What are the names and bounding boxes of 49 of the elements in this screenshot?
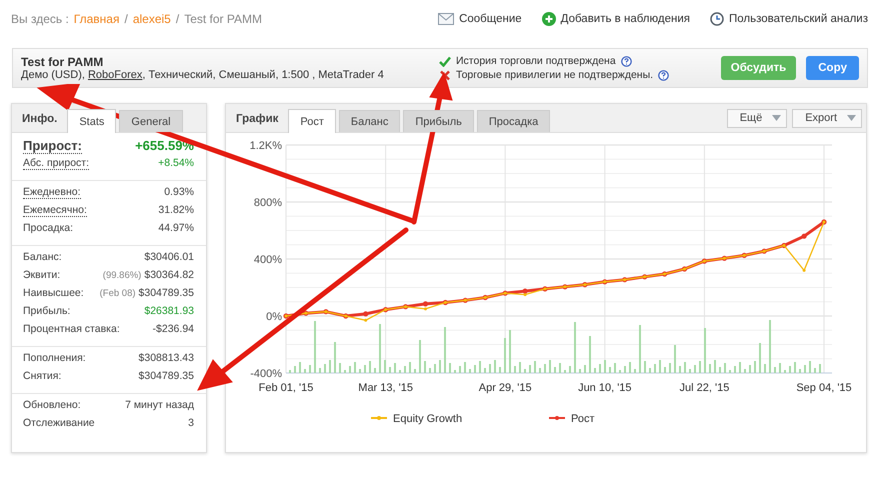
breadcrumb-separator: / xyxy=(124,12,128,26)
axis-tick-label: 800% xyxy=(254,197,282,209)
stat-value: $304789.35 xyxy=(138,370,194,382)
stat-value: +655.59% xyxy=(135,138,194,153)
stat-label: Наивысшее: xyxy=(23,287,84,299)
axis-tick-label: 0% xyxy=(266,311,282,323)
stat-value: $304789.35 xyxy=(138,287,194,299)
stat-value: 3 xyxy=(188,417,194,429)
stat-note: (Feb 08) xyxy=(100,288,136,299)
stat-label: Процентная ставка: xyxy=(23,323,120,335)
stat-value: $308813.43 xyxy=(138,352,194,364)
axis-tick-label: -400% xyxy=(250,368,282,380)
stat-label: Баланс: xyxy=(23,251,62,263)
stat-value: 0.93% xyxy=(164,186,194,198)
panel-title: Инфо. xyxy=(21,113,58,127)
axis-tick-label: Jun 10, '15 xyxy=(578,382,632,394)
status-text: Торговые привилегии не подтверждены. xyxy=(456,69,654,81)
stat-label: Просадка: xyxy=(23,222,74,234)
stat-value: $26381.93 xyxy=(144,305,194,317)
breadcrumb-label: Вы здесь : xyxy=(11,12,69,26)
account-title: Test for PAMM xyxy=(21,55,104,69)
stat-label: Отслеживание xyxy=(23,417,95,429)
axis-tick-label: Apr 29, '15 xyxy=(478,382,532,394)
stat-label: Обновлено: xyxy=(23,399,81,411)
axis-tick-label: Sep 04, '15 xyxy=(796,382,852,394)
status-text: История торговли подтверждена xyxy=(456,55,616,67)
stat-note: (99.86%) xyxy=(102,270,142,281)
breadcrumb-separator: / xyxy=(176,12,180,26)
stat-label: Пополнения: xyxy=(23,352,86,364)
axis-tick-label: Jul 22, '15 xyxy=(680,382,730,394)
panel-title: График xyxy=(235,113,280,127)
axis-tick-label: Feb 01, '15 xyxy=(258,382,314,394)
axis-tick-label: Mar 13, '15 xyxy=(358,382,413,394)
stat-value: $30364.82 xyxy=(144,269,194,281)
axis-tick-label: 1.2K% xyxy=(250,140,282,152)
stat-value: $30406.01 xyxy=(144,251,194,263)
legend-label: Рост xyxy=(571,413,595,425)
stat-label: Снятия: xyxy=(23,370,62,382)
stat-value: -$236.94 xyxy=(152,323,194,335)
axis-tick-label: 400% xyxy=(254,254,282,266)
stat-value: 44.97% xyxy=(158,222,194,234)
stat-value: 7 минут назад xyxy=(125,399,194,411)
account-details: Демо (USD), RoboForex, Технический, Смешаный, 1:500 , MetaTrader 4 xyxy=(21,69,385,81)
stat-label: Эквити: xyxy=(23,269,60,281)
stat-value: +8.54% xyxy=(158,157,194,169)
stat-label: Прибыль: xyxy=(23,305,70,317)
legend-label: Equity Growth xyxy=(393,413,462,425)
stat-value: 31.82% xyxy=(158,204,194,216)
breadcrumb-current: Test for PAMM xyxy=(184,12,262,26)
